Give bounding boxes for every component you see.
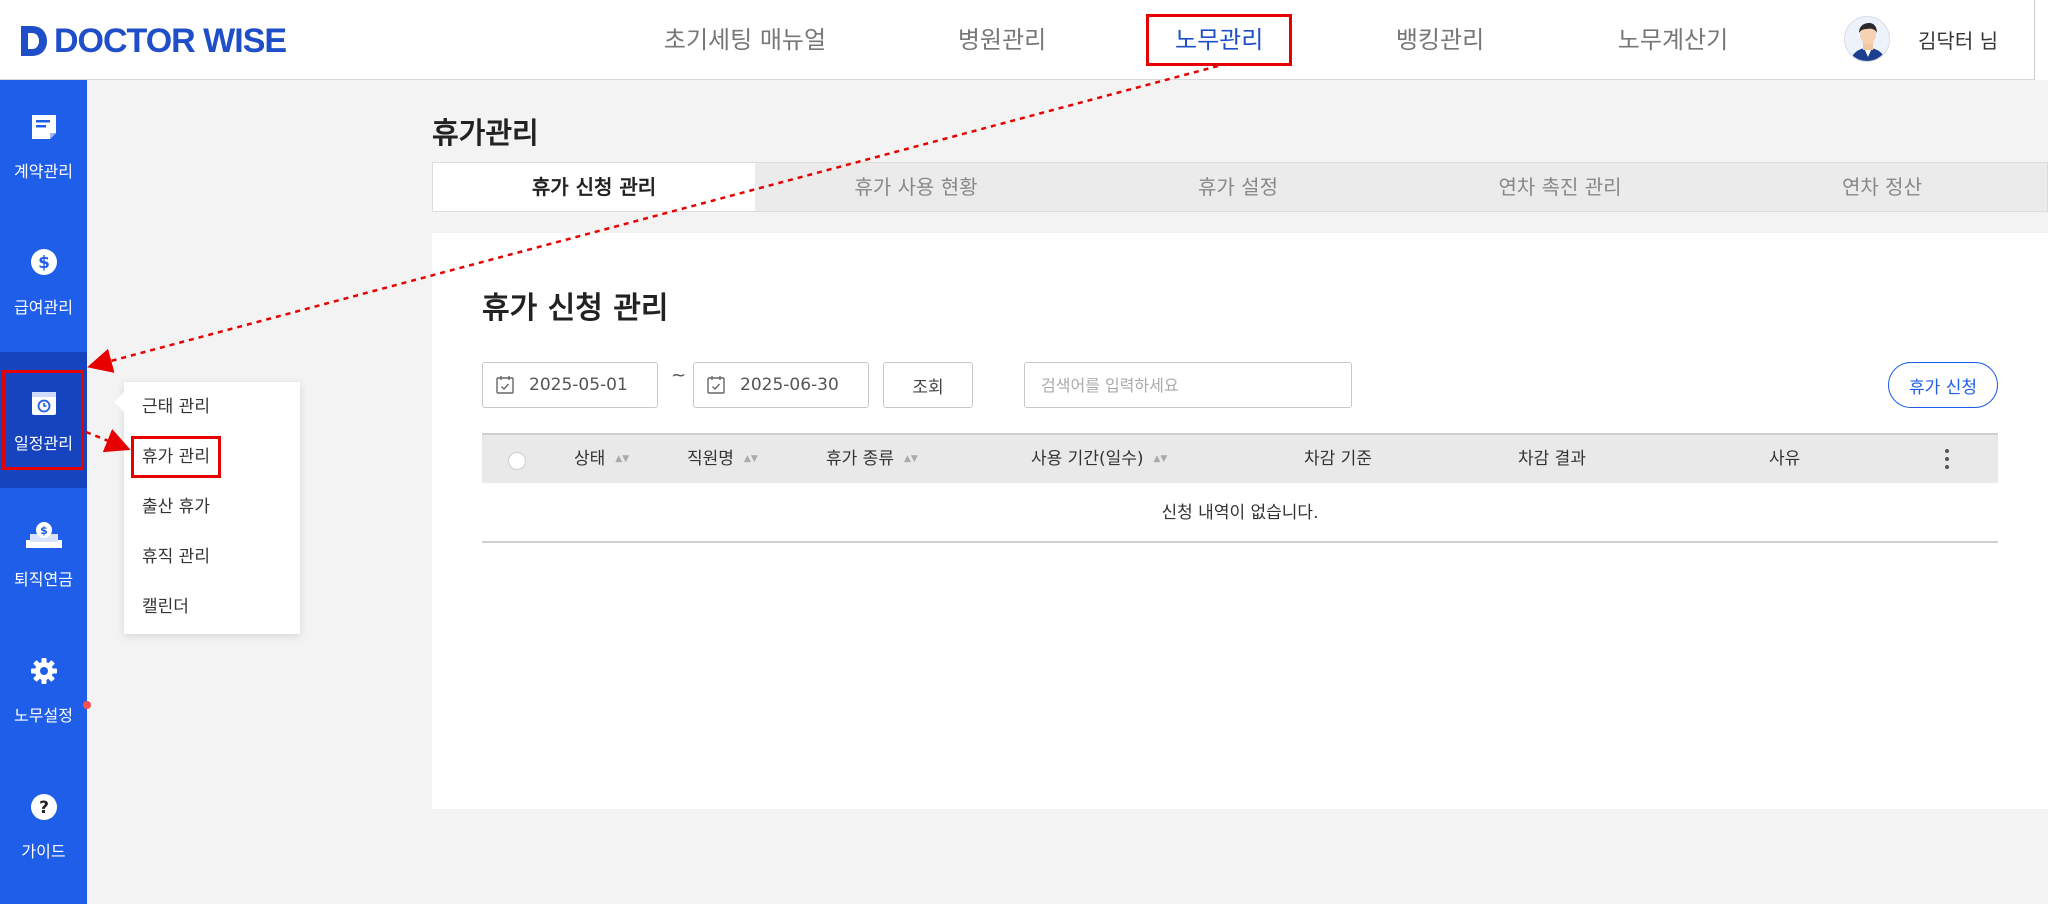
- date-to-value: 2025-06-30: [740, 375, 839, 395]
- sort-icon[interactable]: ▲▼: [744, 454, 758, 464]
- logo[interactable]: DOCTOR WISE: [18, 21, 287, 60]
- logo-mark-icon: [21, 26, 47, 56]
- submenu-item-attendance[interactable]: 근태 관리: [142, 392, 210, 422]
- nav-labor-management[interactable]: 노무관리: [1146, 14, 1293, 66]
- tab-annual-leave-promotion[interactable]: 연차 촉진 관리: [1399, 163, 1721, 211]
- calendar-icon: [496, 376, 514, 394]
- sidebar-item-pension[interactable]: $ 퇴직연금: [0, 488, 87, 624]
- nav-banking-management[interactable]: 뱅킹관리: [1382, 14, 1498, 66]
- date-to-field[interactable]: 2025-06-30: [693, 362, 869, 408]
- svg-text:$: $: [40, 524, 48, 537]
- highlight-frame: [2, 370, 84, 470]
- search-input[interactable]: [1024, 362, 1352, 408]
- apply-leave-button[interactable]: 휴가 신청: [1888, 362, 1998, 408]
- date-from-value: 2025-05-01: [529, 375, 628, 395]
- table-header: 상태 ▲▼ 직원명 ▲▼ 휴가 종류 ▲▼ 사용 기간(일수) ▲▼ 차감 기준 차감 …: [482, 433, 1998, 483]
- column-label: 사용 기간(일수): [1031, 449, 1144, 469]
- sort-icon[interactable]: ▲▼: [615, 454, 629, 464]
- brand-name: DOCTOR WISE: [54, 21, 287, 60]
- nav-initial-setup-manual[interactable]: 초기세팅 매뉴얼: [660, 14, 830, 66]
- search-button[interactable]: 조회: [883, 362, 973, 408]
- schedule-submenu: 근태 관리 휴가 관리 출산 휴가 휴직 관리 캘린더: [114, 382, 300, 634]
- user-avatar-icon: [1845, 17, 1890, 61]
- date-from-field[interactable]: 2025-05-01: [482, 362, 658, 408]
- submenu-item-maternity-leave[interactable]: 출산 휴가: [142, 492, 210, 522]
- panel-title: 휴가 신청 관리: [482, 291, 669, 326]
- sidebar-item-label: 계약관리: [14, 162, 73, 181]
- question-icon: ?: [31, 794, 57, 820]
- top-bar: DOCTOR WISE 초기세팅 매뉴얼 병원관리 노무관리 뱅킹관리 노무계산…: [0, 0, 2048, 80]
- submenu-item-leave-of-absence[interactable]: 휴직 관리: [142, 542, 210, 572]
- sidebar-item-contract[interactable]: 계약관리: [0, 80, 87, 216]
- column-label: 직원명: [687, 449, 734, 469]
- leave-request-panel: 휴가 신청 관리 2025-05-01 ~ 2025-06-30 조회 휴가 신…: [432, 233, 2048, 809]
- sidebar-item-payroll[interactable]: $ 급여관리: [0, 216, 87, 352]
- dollar-icon: $: [31, 249, 57, 275]
- sort-icon[interactable]: ▲▼: [1154, 454, 1168, 464]
- column-header-employee[interactable]: 직원명 ▲▼: [687, 435, 758, 483]
- more-options-icon[interactable]: [1944, 447, 1950, 471]
- tab-leave-request[interactable]: 휴가 신청 관리: [433, 163, 755, 211]
- schedule-icon: [32, 392, 56, 415]
- empty-message: 신청 내역이 없습니다.: [482, 483, 1998, 543]
- tab-bar: 휴가 신청 관리 휴가 사용 현황 휴가 설정 연차 촉진 관리 연차 정산: [432, 162, 2048, 212]
- sort-icon[interactable]: ▲▼: [904, 454, 918, 464]
- sidebar: 계약관리 $ 급여관리 일정관리 $ 퇴직연금 노무설정 ? 가이드: [0, 80, 87, 904]
- sidebar-item-labor-settings[interactable]: 노무설정: [0, 624, 87, 760]
- tab-leave-usage[interactable]: 휴가 사용 현황: [755, 163, 1077, 211]
- column-label: 휴가 종류: [826, 449, 894, 469]
- column-header-reason: 사유: [1769, 449, 1801, 469]
- user-name: 김닥터 님: [1918, 28, 1998, 53]
- submenu-item-leave[interactable]: 휴가 관리: [131, 436, 221, 478]
- tab-annual-leave-settlement[interactable]: 연차 정산: [1721, 163, 2043, 211]
- column-label: 상태: [574, 449, 606, 469]
- user-menu[interactable]: 김닥터 님: [1844, 16, 1998, 62]
- avatar[interactable]: [1844, 16, 1891, 62]
- sidebar-item-label: 퇴직연금: [14, 570, 73, 589]
- column-header-deduction-result: 차감 결과: [1518, 449, 1586, 469]
- sidebar-item-label: 가이드: [21, 842, 66, 861]
- column-header-status[interactable]: 상태 ▲▼: [574, 435, 629, 483]
- gear-icon: [31, 658, 57, 684]
- sidebar-item-label: 노무설정: [14, 706, 73, 725]
- sidebar-item-label: 일정관리: [14, 434, 73, 453]
- svg-text:?: ?: [39, 798, 49, 818]
- arrow-sidebar-to-submenu: [85, 428, 131, 453]
- sidebar-item-guide[interactable]: ? 가이드: [0, 760, 87, 896]
- column-header-leave-type[interactable]: 휴가 종류 ▲▼: [826, 435, 918, 483]
- sidebar-item-schedule[interactable]: 일정관리: [0, 352, 87, 488]
- pension-icon: $: [26, 522, 62, 548]
- contract-icon: [32, 115, 56, 139]
- nav-labor-calculator[interactable]: 노무계산기: [1608, 14, 1738, 66]
- column-header-deduction-basis: 차감 기준: [1304, 449, 1372, 469]
- page-title: 휴가관리: [432, 116, 539, 150]
- nav-hospital-management[interactable]: 병원관리: [944, 14, 1060, 66]
- submenu-item-calendar[interactable]: 캘린더: [142, 592, 189, 622]
- notification-dot: [83, 701, 91, 709]
- tab-leave-settings[interactable]: 휴가 설정: [1077, 163, 1399, 211]
- column-header-period[interactable]: 사용 기간(일수) ▲▼: [1031, 435, 1167, 483]
- window-edge: [2034, 0, 2048, 80]
- svg-text:$: $: [38, 253, 50, 273]
- sidebar-item-label: 급여관리: [14, 298, 73, 317]
- select-all-radio[interactable]: [508, 452, 526, 470]
- calendar-icon: [707, 376, 725, 394]
- date-separator: ~: [671, 365, 687, 386]
